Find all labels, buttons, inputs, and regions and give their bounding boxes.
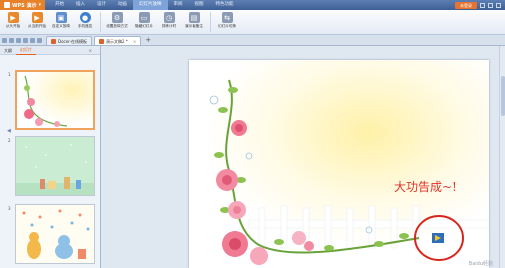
app-name: WPS 演示: [12, 2, 37, 9]
save-icon[interactable]: [2, 37, 7, 43]
rehearse-timings-button[interactable]: ◷ 排练计时: [159, 12, 179, 29]
maximize-icon[interactable]: [488, 2, 493, 8]
watermark-text: Baidu经验: [468, 261, 493, 267]
redo-icon[interactable]: [37, 37, 42, 43]
title-right: 未登录: [455, 1, 505, 9]
wps-logo-icon: [4, 2, 10, 8]
ribbon-label: 手机遥控: [77, 24, 93, 28]
slide-2-preview: [16, 137, 94, 195]
presentation-icon: [99, 38, 105, 44]
panel-tabs: 大纲 幻灯片 ×: [0, 46, 100, 55]
phone-remote-button[interactable]: ● 手机遥控: [75, 12, 95, 29]
phone-remote-icon: ●: [79, 12, 91, 23]
document-tab-bar: Docer-在线模板 演示文稿2 * × +: [0, 35, 505, 46]
preview-icon[interactable]: [23, 37, 28, 43]
slide-thumbnail-panel: 大纲 幻灯片 × 1 ◀ 2 3: [0, 46, 101, 268]
speaker-icon: ◀: [7, 128, 11, 134]
open-icon[interactable]: [9, 37, 14, 43]
title-bar: WPS 演示 ▾ 开始 插入 设计 动画 幻灯片放映 审阅 视图 特色功能 未登…: [0, 0, 505, 10]
ribbon-label: 排练计时: [161, 24, 177, 28]
ribbon-label: 设置放映方式: [106, 24, 128, 28]
transition-icon: ⇆: [221, 12, 233, 23]
close-panel-icon[interactable]: ×: [85, 46, 96, 55]
slide-transition-button[interactable]: ⇆ 幻灯片切换: [215, 12, 239, 29]
slide-thumbnail-1[interactable]: [15, 70, 95, 130]
presenter-notes-button[interactable]: ▤ 演示者备注: [183, 12, 205, 29]
tab-label: Docer-在线模板: [58, 38, 88, 44]
ribbon-label: 幻灯片切换: [218, 24, 236, 28]
tab-outline[interactable]: 大纲: [0, 46, 16, 55]
divider: [100, 12, 101, 32]
slide-thumbnail-3[interactable]: [15, 204, 95, 264]
play-icon: ▶: [7, 12, 19, 23]
undo-icon[interactable]: [30, 37, 35, 43]
slide-canvas[interactable]: 大功告成~!: [189, 60, 489, 268]
hide-slide-icon: ▭: [138, 12, 150, 23]
ribbon-label: 从头开始: [5, 24, 21, 28]
tab-slides[interactable]: 幻灯片: [16, 45, 36, 55]
docer-icon: [51, 38, 56, 44]
start-from-current-button[interactable]: ▶ 从当前开始: [27, 12, 47, 29]
menu-bar: 开始 插入 设计 动画 幻灯片放映 审阅 视图 特色功能: [49, 0, 240, 10]
print-icon[interactable]: [16, 37, 21, 43]
slide-text-box[interactable]: 大功告成~!: [394, 178, 457, 195]
slide-number: 2: [8, 138, 11, 143]
menu-item-review[interactable]: 审阅: [168, 0, 189, 10]
menu-item-view[interactable]: 视图: [189, 0, 210, 10]
close-icon[interactable]: [496, 2, 501, 8]
scrollbar-thumb[interactable]: [500, 76, 505, 116]
vertical-scrollbar[interactable]: [499, 46, 505, 268]
tab-presentation-2[interactable]: 演示文稿2 * ×: [94, 36, 142, 46]
start-from-beginning-button[interactable]: ▶ 从头开始: [3, 12, 23, 29]
login-button[interactable]: 未登录: [455, 1, 477, 9]
slide-editing-area: 大功告成~! Baidu经验: [101, 46, 505, 268]
settings-icon: ⚙: [111, 12, 123, 23]
menu-item-start[interactable]: 开始: [49, 0, 70, 10]
slide-thumbnail-2[interactable]: [15, 136, 95, 196]
tab-docer-templates[interactable]: Docer-在线模板: [46, 36, 93, 45]
custom-show-button[interactable]: ▣ 自定义放映: [51, 12, 71, 29]
divider: [210, 12, 211, 32]
close-tab-icon[interactable]: ×: [133, 37, 136, 46]
menu-item-slideshow[interactable]: 幻灯片放映: [133, 0, 168, 10]
custom-show-icon: ▣: [55, 12, 67, 23]
slide-number: 1: [8, 72, 11, 77]
slide-number: 3: [8, 206, 11, 211]
menu-item-animation[interactable]: 动画: [112, 0, 133, 10]
menu-item-insert[interactable]: 插入: [70, 0, 91, 10]
ribbon-label: 自定义放映: [52, 24, 70, 28]
ribbon-label: 演示者备注: [185, 24, 203, 28]
animation-effect-icon[interactable]: [432, 231, 446, 245]
hide-slide-button[interactable]: ▭ 隐藏幻灯片: [133, 12, 155, 29]
play-current-icon: ▶: [31, 12, 43, 23]
setup-show-button[interactable]: ⚙ 设置放映方式: [105, 12, 129, 29]
slide-1-preview: [17, 72, 93, 128]
tab-label: 演示文稿2 *: [106, 38, 128, 44]
minimize-icon[interactable]: [480, 2, 485, 8]
new-tab-icon[interactable]: +: [145, 36, 151, 45]
app-menu-button[interactable]: WPS 演示 ▾: [0, 0, 46, 10]
ribbon-label: 隐藏幻灯片: [135, 24, 153, 28]
menu-item-features[interactable]: 特色功能: [210, 0, 240, 10]
timer-icon: ◷: [163, 12, 175, 23]
slide-3-preview: [16, 205, 94, 263]
chevron-down-icon: ▾: [38, 2, 42, 8]
notes-icon: ▤: [188, 12, 200, 23]
ribbon-toolbar: ▶ 从头开始 ▶ 从当前开始 ▣ 自定义放映 ● 手机遥控 ⚙ 设置放映方式 ▭…: [0, 10, 505, 35]
ribbon-label: 从当前开始: [28, 24, 46, 28]
menu-item-design[interactable]: 设计: [91, 0, 112, 10]
quick-access-toolbar: [2, 35, 42, 45]
